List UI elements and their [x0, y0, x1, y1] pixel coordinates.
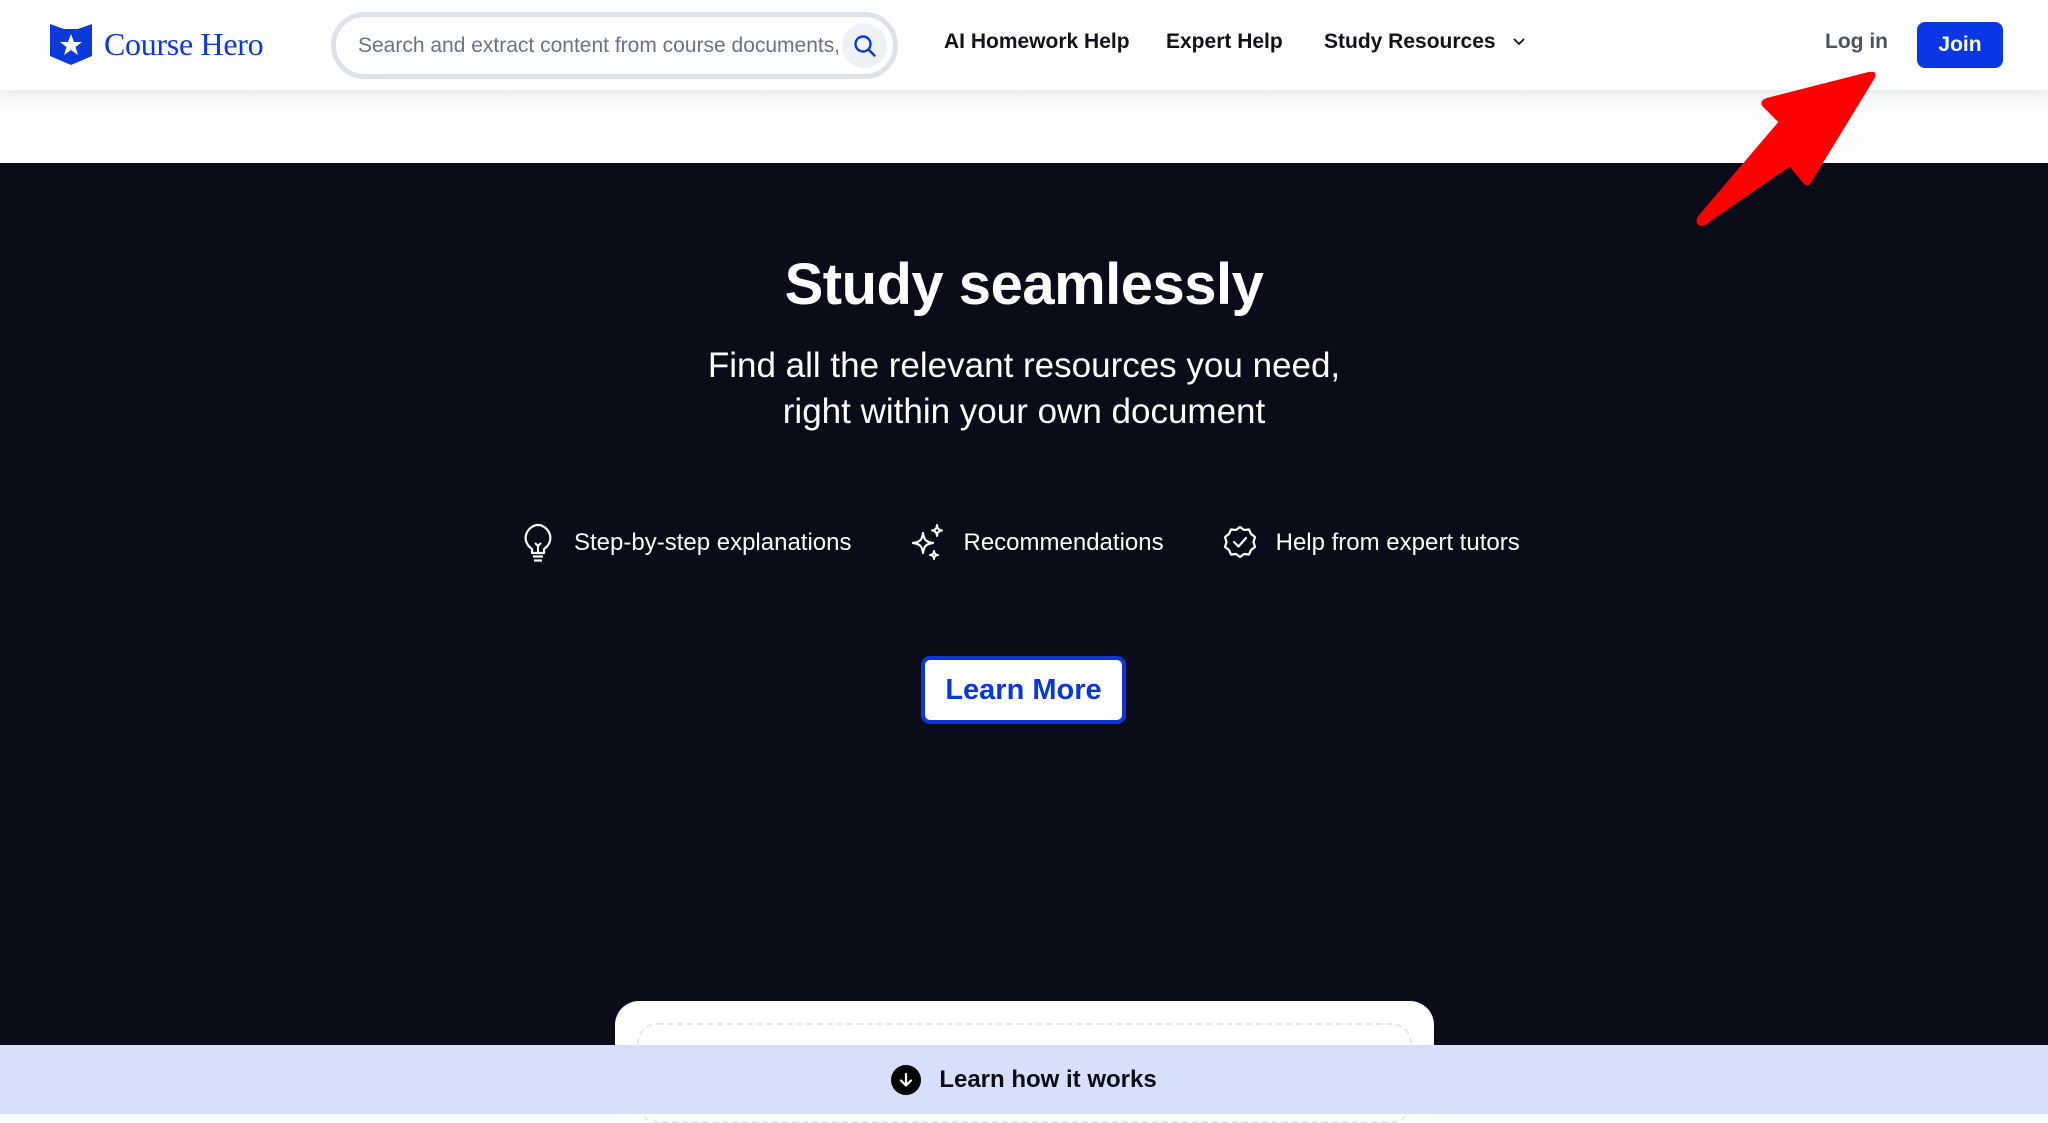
feature-label: Help from expert tutors [1275, 529, 1520, 556]
search-icon [853, 34, 876, 57]
arrow-down-icon [900, 1072, 913, 1087]
nav-ai-homework-help[interactable]: AI Homework Help [944, 30, 1130, 54]
search-button[interactable] [842, 23, 887, 68]
hero-subtitle: Find all the relevant resources you need… [0, 343, 2048, 435]
chevron-down-icon [1512, 38, 1525, 46]
arrow-down-circle-icon [891, 1064, 922, 1095]
verified-check-icon [1223, 525, 1256, 559]
learn-how-it-works-bar[interactable]: Learn how it works [0, 1045, 2048, 1114]
hero-title: Study seamlessly [784, 252, 1264, 317]
nav-study-resources-dropdown[interactable]: Study Resources [1324, 30, 1526, 54]
course-hero-shield-icon [50, 24, 92, 65]
join-button[interactable]: Join [1917, 22, 2003, 68]
search-input[interactable] [358, 33, 838, 58]
nav-expert-help-link[interactable]: Expert Help [1166, 30, 1283, 54]
nav-expert-help[interactable]: Expert Help [1166, 30, 1283, 54]
feature-label: Recommendations [963, 529, 1164, 556]
lightbulb-icon [524, 523, 552, 562]
login-link[interactable]: Log in [1825, 30, 1888, 54]
feature-list: Step-by-step explanations Recommendation… [520, 523, 1578, 563]
hero-subtitle-line-2: right within your own document [782, 392, 1266, 431]
sparkles-icon [911, 524, 943, 560]
annotation-arrow-icon [1696, 72, 1876, 226]
learn-how-it-works-label: Learn how it works [939, 1065, 1157, 1093]
learn-more-button[interactable]: Learn More [921, 656, 1126, 724]
feature-item: Step-by-step explanations [520, 523, 852, 563]
nav-ai-homework-help-link[interactable]: AI Homework Help [944, 30, 1130, 54]
feature-item: Help from expert tutors [1222, 523, 1520, 563]
course-hero-logo[interactable]: Course Hero [48, 22, 264, 66]
search-bar [331, 12, 898, 79]
logo-text: Course Hero [104, 25, 264, 62]
nav-study-resources-link[interactable]: Study Resources [1324, 30, 1496, 54]
feature-item: Recommendations [910, 523, 1164, 563]
feature-label: Step-by-step explanations [574, 529, 852, 556]
hero-section: Study seamlessly Find all the relevant r… [0, 163, 2048, 1123]
hero-subtitle-line-1: Find all the relevant resources you need… [707, 346, 1341, 385]
